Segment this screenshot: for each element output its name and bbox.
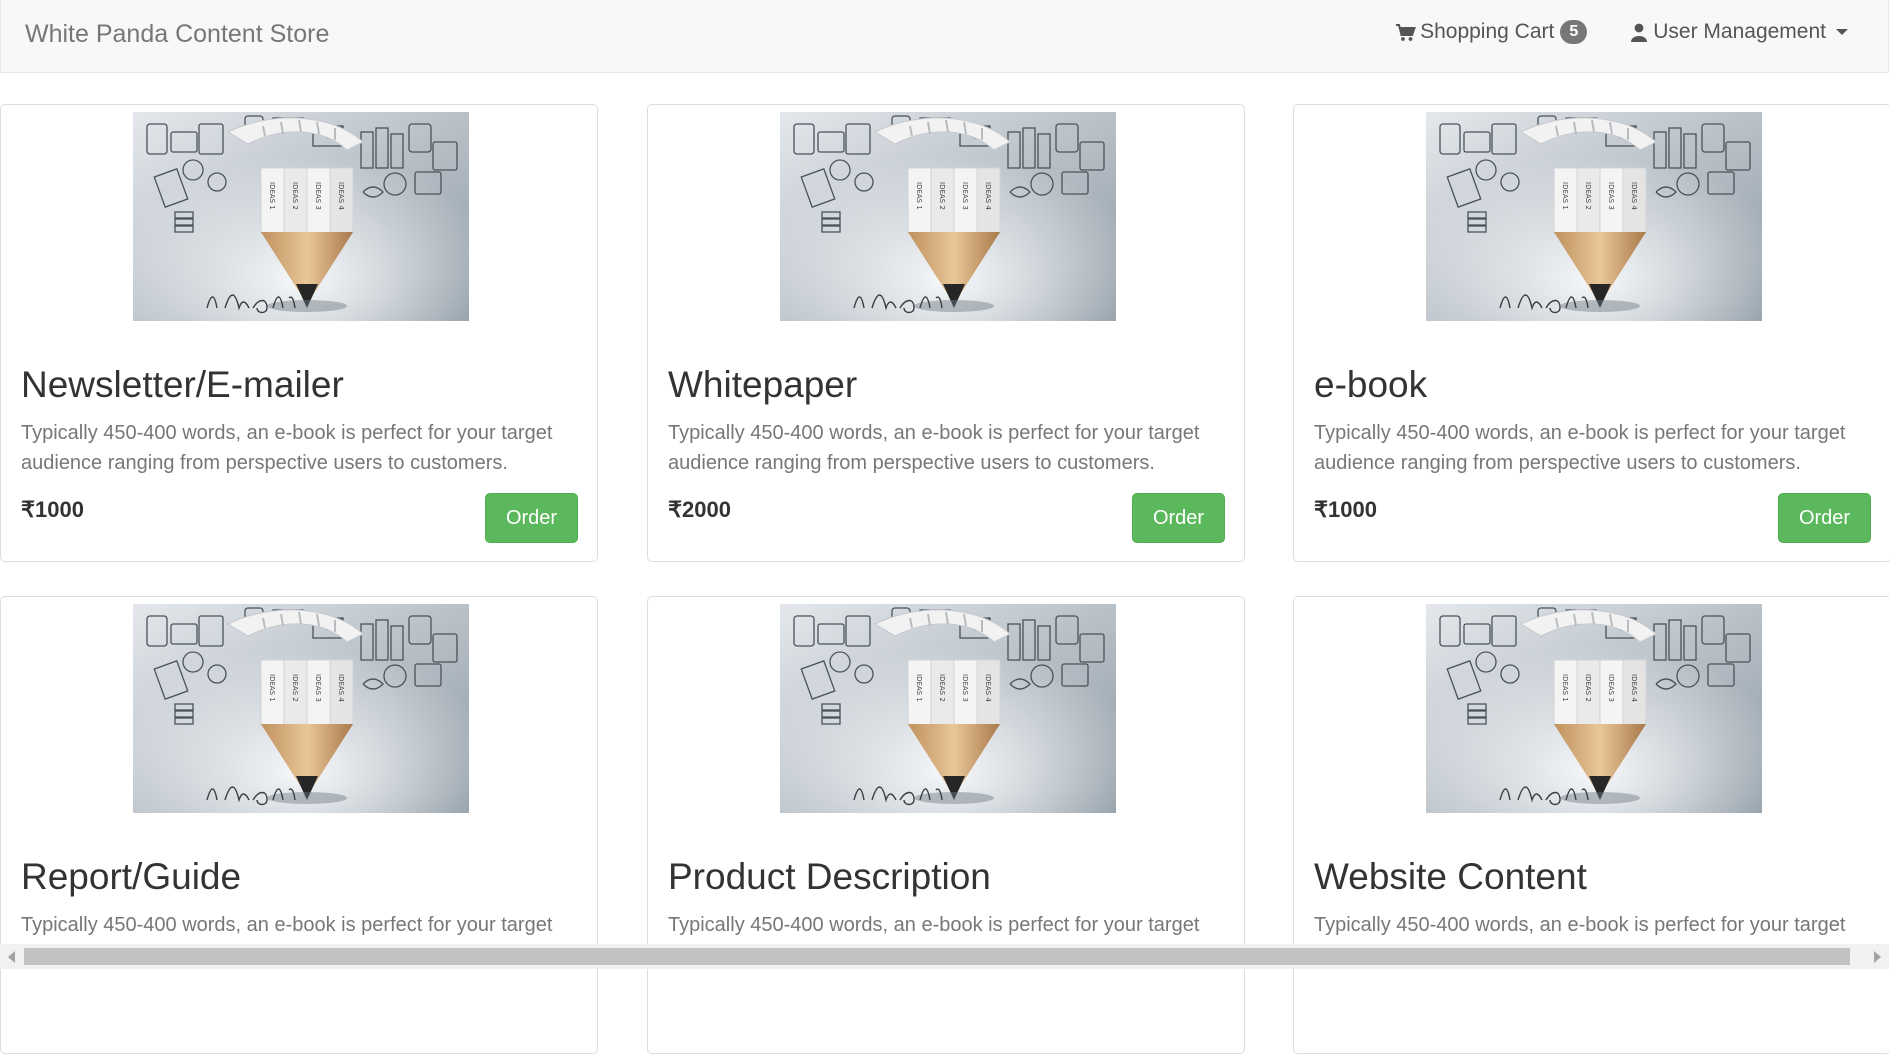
- top-navbar: White Panda Content Store Shopping Cart …: [0, 0, 1889, 73]
- product-image: [1426, 112, 1762, 321]
- product-title: Report/Guide: [21, 856, 242, 897]
- user-icon: [1631, 23, 1648, 42]
- brand-link[interactable]: White Panda Content Store: [25, 20, 329, 49]
- cart-count-badge: 5: [1560, 20, 1588, 44]
- product-card: Report/Guide Typically 450-400 words, an…: [0, 596, 598, 1054]
- order-button[interactable]: Order: [1778, 493, 1871, 543]
- product-card: e-book Typically 450-400 words, an e-boo…: [1293, 104, 1889, 562]
- product-title: e-book: [1314, 364, 1428, 405]
- product-description: Typically 450-400 words, an e-book is pe…: [21, 422, 553, 474]
- product-description: Typically 450-400 words, an e-book is pe…: [1314, 422, 1846, 474]
- product-title: Newsletter/E-mailer: [21, 364, 344, 405]
- product-price: ₹1000: [21, 497, 84, 522]
- order-button[interactable]: Order: [1132, 493, 1225, 543]
- product-image: [133, 604, 469, 813]
- product-description: Typically 450-400 words, an e-book is pe…: [668, 422, 1200, 474]
- shopping-cart-label: Shopping Cart: [1420, 20, 1555, 43]
- product-card: Newsletter/E-mailer Typically 450-400 wo…: [0, 104, 598, 562]
- user-management-label: User Management: [1653, 20, 1826, 43]
- scroll-right-icon[interactable]: [1874, 951, 1881, 963]
- horizontal-scrollbar[interactable]: [0, 944, 1889, 969]
- product-image: [1426, 604, 1762, 813]
- product-image: [780, 112, 1116, 321]
- order-button[interactable]: Order: [485, 493, 578, 543]
- product-image: [133, 112, 469, 321]
- product-image: [780, 604, 1116, 813]
- shopping-cart-link[interactable]: Shopping Cart 5: [1395, 20, 1588, 44]
- product-title: Whitepaper: [668, 364, 858, 405]
- navbar-right: Shopping Cart 5 User Management: [1395, 20, 1848, 44]
- product-card: Website Content Typically 450-400 words,…: [1293, 596, 1889, 1054]
- product-title: Product Description: [668, 856, 991, 897]
- product-card: Product Description Typically 450-400 wo…: [647, 596, 1245, 1054]
- chevron-down-icon: [1836, 29, 1848, 35]
- product-title: Website Content: [1314, 856, 1587, 897]
- scrollbar-thumb[interactable]: [24, 948, 1850, 965]
- scroll-left-icon[interactable]: [8, 951, 15, 963]
- shopping-cart-icon: [1396, 23, 1416, 41]
- user-management-dropdown[interactable]: User Management: [1631, 20, 1848, 44]
- product-card: Whitepaper Typically 450-400 words, an e…: [647, 104, 1245, 562]
- product-price: ₹2000: [668, 497, 731, 522]
- product-price: ₹1000: [1314, 497, 1377, 522]
